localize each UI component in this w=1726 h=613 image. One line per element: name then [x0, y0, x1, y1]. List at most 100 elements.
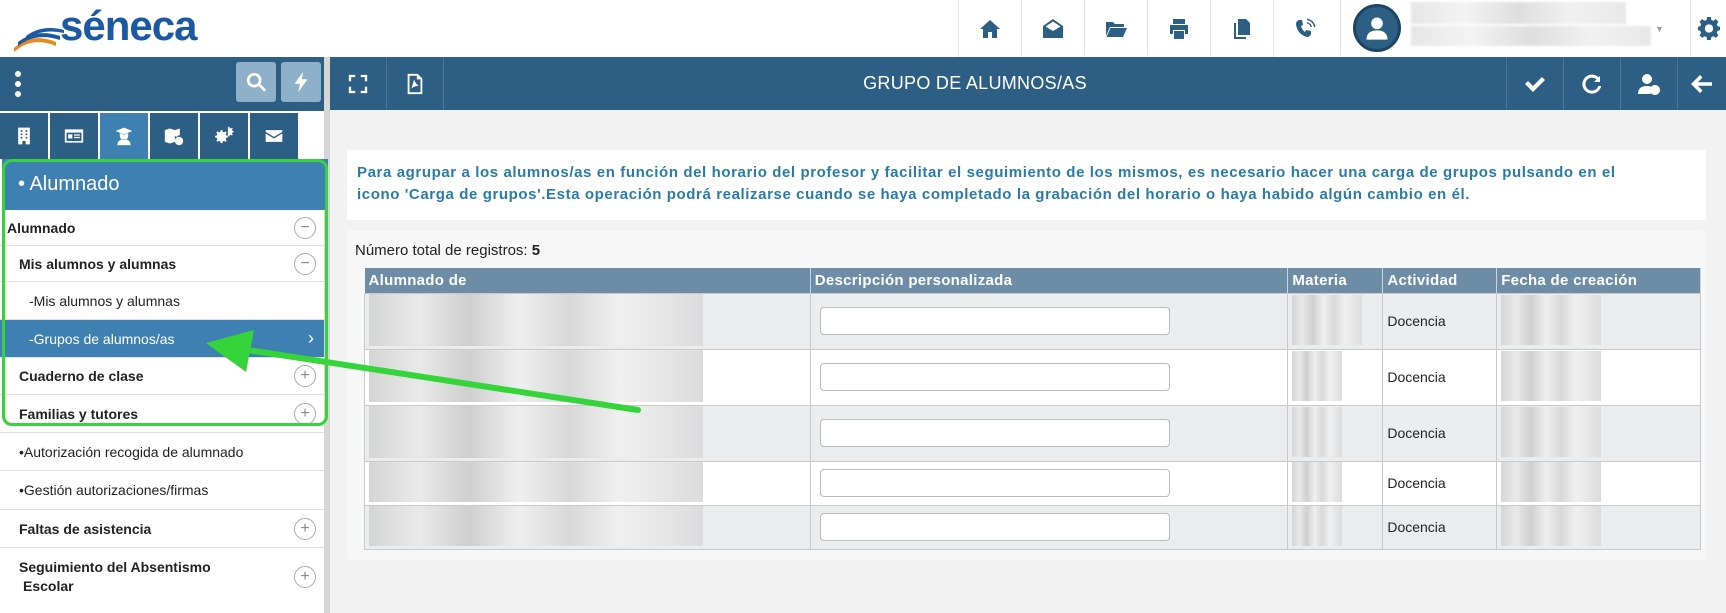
table-panel: Número total de registros: 5 Alumnado de…: [347, 230, 1706, 560]
redacted-student-list: [369, 505, 703, 546]
table-row[interactable]: Docencia: [364, 460, 1701, 506]
sidebar-item-cuaderno[interactable]: Cuaderno de clase +: [0, 358, 324, 395]
actividad-cell: Docencia: [1382, 460, 1498, 506]
redacted-student-list: [369, 461, 703, 502]
table-row[interactable]: Docencia: [364, 348, 1701, 406]
collapse-icon[interactable]: −: [294, 252, 316, 275]
students-icon: [115, 127, 133, 146]
sidebar-item-mis-alumnos[interactable]: Mis alumnos y alumnas −: [0, 246, 324, 282]
sidebar-item-grupos-alumnos[interactable]: -Grupos de alumnos/as ›: [0, 320, 324, 358]
redacted-date: [1501, 294, 1602, 345]
materia-cell: [1287, 348, 1384, 406]
table-header-row: Alumnado de Descripción personalizada Ma…: [364, 268, 1701, 293]
tab-utilidades[interactable]: [200, 113, 248, 159]
more-vertical-icon[interactable]: [6, 67, 30, 101]
sidebar-item-label: -Mis alumnos y alumnas: [29, 292, 180, 309]
lightning-icon: [294, 71, 308, 93]
confirm-button[interactable]: [1506, 57, 1563, 110]
sidebar-item-absentismo[interactable]: Seguimiento del Absentismo Escolar +: [0, 548, 324, 606]
sidebar-tabs: [0, 113, 298, 159]
sidebar-item-faltas[interactable]: Faltas de asistencia +: [0, 510, 324, 548]
back-button[interactable]: [1677, 57, 1726, 110]
expand-icon[interactable]: +: [294, 517, 316, 540]
tab-personal[interactable]: [50, 113, 98, 159]
alumnado-cell[interactable]: [364, 504, 811, 550]
seneca-logo[interactable]: séneca: [12, 2, 202, 54]
collapse-icon[interactable]: −: [294, 216, 316, 239]
user-check-button[interactable]: [1620, 57, 1677, 110]
phone-volume-icon[interactable]: [1273, 0, 1336, 57]
top-icon-bar: [958, 0, 1336, 57]
description-cell: [809, 404, 1289, 462]
documents-icon[interactable]: [1210, 0, 1273, 57]
gear-icon[interactable]: [1690, 0, 1726, 57]
redacted-subject: [1292, 406, 1343, 457]
chevron-right-icon: ›: [308, 328, 314, 348]
alumnado-cell[interactable]: [364, 348, 811, 406]
top-header: séneca ▾: [0, 0, 1726, 57]
building-icon: [18, 127, 30, 145]
column-header[interactable]: Fecha de creación: [1496, 268, 1701, 293]
tab-comunicaciones[interactable]: [250, 113, 298, 159]
description-cell: [809, 504, 1289, 550]
groups-table: Alumnado de Descripción personalizada Ma…: [364, 268, 1701, 550]
print-icon[interactable]: [1147, 0, 1210, 57]
description-cell: [809, 460, 1289, 506]
alumnado-cell[interactable]: [364, 404, 811, 462]
table-row[interactable]: Docencia: [364, 504, 1701, 550]
sidebar-item-gestion-autorizaciones[interactable]: •Gestión autorizaciones/firmas: [0, 471, 324, 510]
description-input[interactable]: [819, 419, 1170, 447]
folder-open-icon[interactable]: [1084, 0, 1147, 57]
refresh-icon: [1582, 74, 1602, 94]
actividad-cell: Docencia: [1382, 292, 1498, 350]
alumnado-cell[interactable]: [364, 460, 811, 506]
user-menu[interactable]: ▾: [1340, 0, 1690, 57]
refresh-button[interactable]: [1563, 57, 1620, 110]
redacted-date: [1501, 461, 1602, 502]
column-header[interactable]: Descripción personalizada: [810, 268, 1289, 293]
user-role-redacted: [1411, 26, 1651, 46]
table-row[interactable]: Docencia: [364, 292, 1701, 350]
tab-centro[interactable]: [0, 113, 48, 159]
actividad-cell: Docencia: [1382, 504, 1498, 550]
column-header[interactable]: Materia: [1287, 268, 1384, 293]
description-input[interactable]: [819, 513, 1170, 541]
search-button[interactable]: [236, 62, 276, 102]
chevron-down-icon[interactable]: ▾: [1657, 24, 1662, 35]
tab-alumnado[interactable]: [100, 113, 148, 159]
expand-icon[interactable]: +: [294, 566, 316, 588]
description-input[interactable]: [819, 307, 1170, 335]
avatar: [1353, 4, 1401, 52]
actividad-cell: Docencia: [1382, 348, 1498, 406]
expand-icon[interactable]: +: [294, 402, 316, 425]
sidebar-item-autorizacion-recogida[interactable]: •Autorización recogida de alumnado: [0, 433, 324, 471]
fecha-cell: [1496, 460, 1701, 506]
sidebar-item-label: Mis alumnos y alumnas: [19, 255, 177, 272]
quick-access-button[interactable]: [281, 62, 321, 102]
envelope-open-icon[interactable]: [1021, 0, 1084, 57]
redacted-date: [1501, 350, 1602, 401]
record-count: Número total de registros: 5: [355, 242, 541, 259]
sidebar-item-label: •Gestión autorizaciones/firmas: [19, 482, 209, 498]
description-input[interactable]: [819, 363, 1170, 391]
redacted-subject: [1292, 461, 1343, 502]
sidebar-item-alumnado[interactable]: Alumnado −: [0, 210, 324, 246]
fecha-cell: [1496, 292, 1701, 350]
expand-icon[interactable]: +: [294, 365, 316, 387]
sidebar-item-familias[interactable]: Familias y tutores +: [0, 395, 324, 433]
description-input[interactable]: [819, 469, 1170, 497]
alumnado-cell[interactable]: [364, 292, 811, 350]
redacted-student-list: [369, 349, 703, 402]
info-text-line-2: icono 'Carga de grupos'.Esta operación p…: [357, 186, 1471, 203]
materia-cell: [1287, 504, 1384, 550]
info-message: Para agrupar a los alumnos/as en función…: [347, 150, 1706, 220]
sidebar-item-mis-alumnos-sub[interactable]: -Mis alumnos y alumnas: [0, 282, 324, 320]
table-row[interactable]: Docencia: [364, 404, 1701, 462]
home-icon[interactable]: [958, 0, 1021, 57]
column-header[interactable]: Alumnado de: [364, 268, 811, 293]
tab-mapa[interactable]: [150, 113, 198, 159]
sidebar: • Alumnado Alumnado − Mis alumnos y alum…: [0, 57, 330, 613]
mail-icon: [265, 130, 283, 142]
column-header[interactable]: Actividad: [1382, 268, 1498, 293]
info-text-line-1: Para agrupar a los alumnos/as en función…: [357, 164, 1616, 181]
